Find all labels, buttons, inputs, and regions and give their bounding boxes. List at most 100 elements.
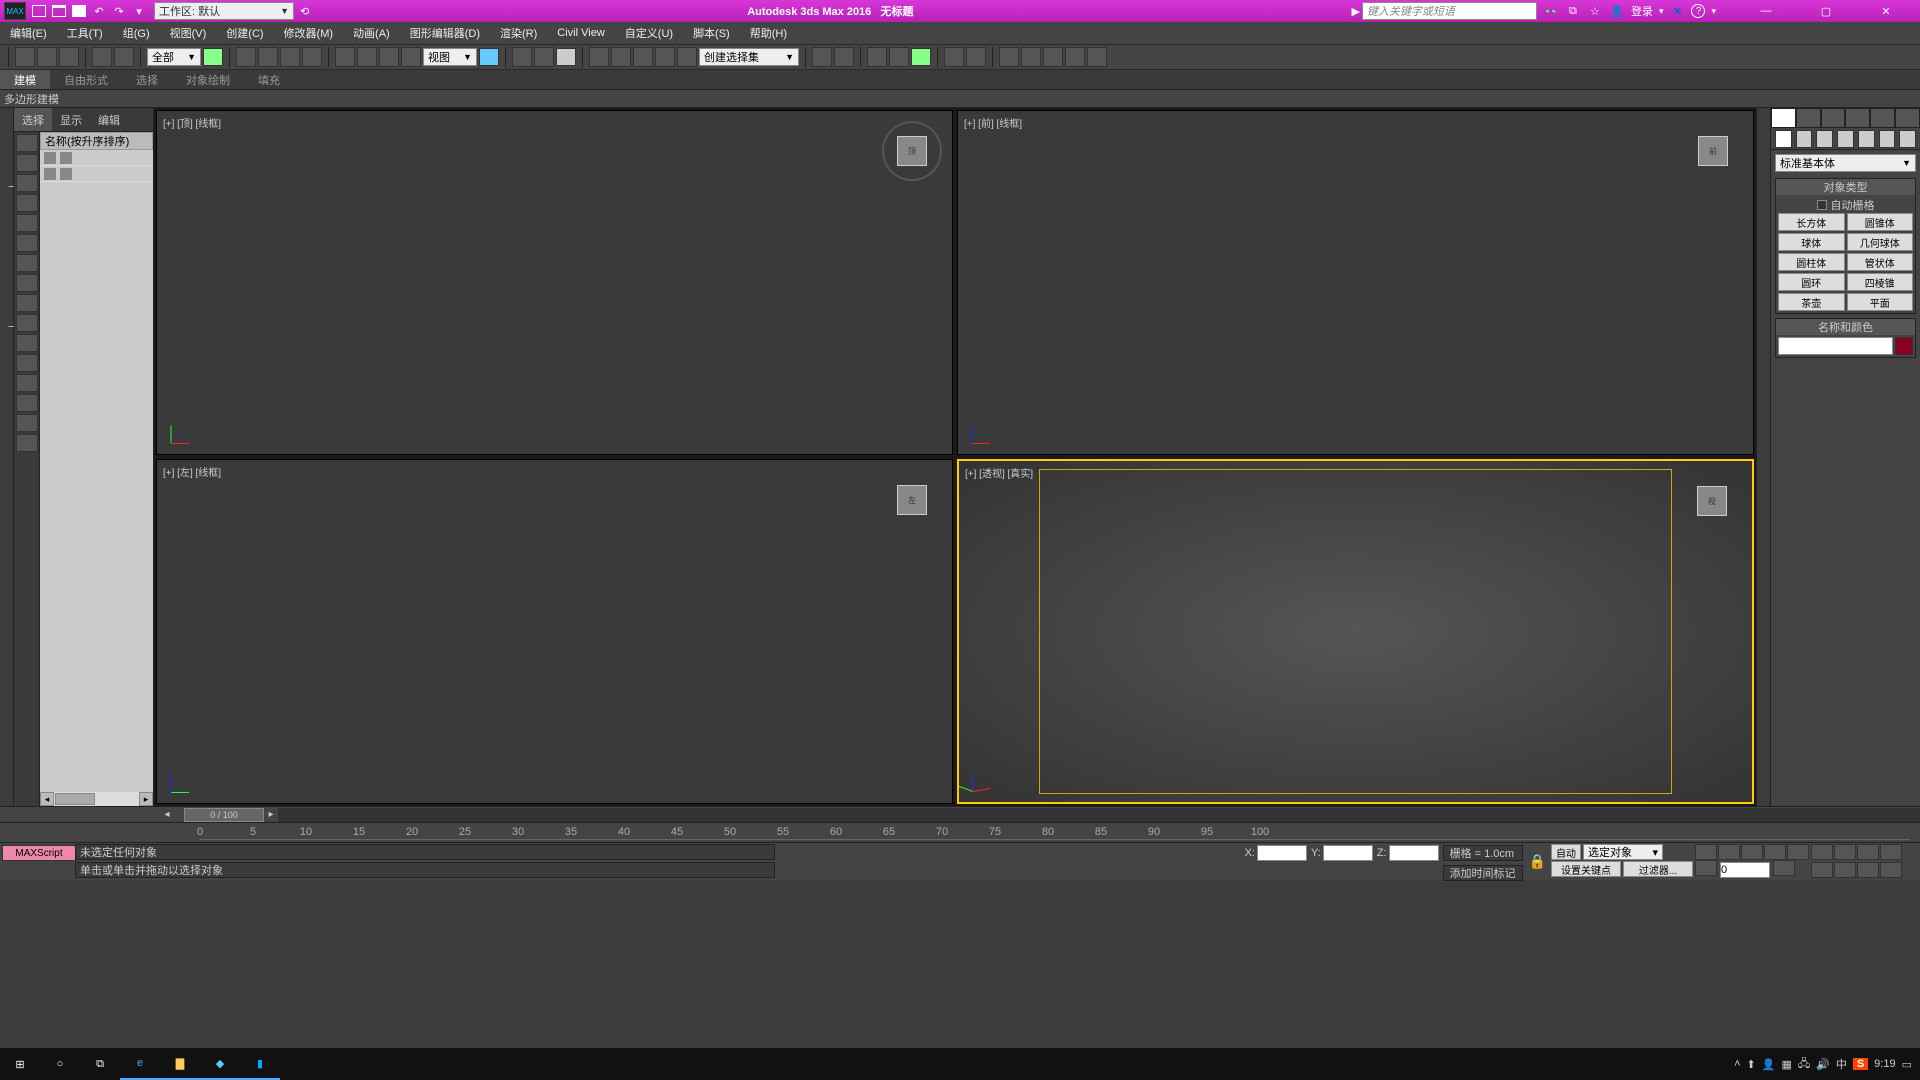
tool-btn[interactable]: [534, 47, 554, 67]
tool-btn[interactable]: [280, 47, 300, 67]
maximize-viewport-icon[interactable]: [1880, 862, 1902, 878]
3dsmax-taskbar-icon[interactable]: ▮: [240, 1048, 280, 1080]
zoom-extents-icon[interactable]: [1857, 844, 1879, 860]
key-target-dropdown[interactable]: 选定对象▾: [1583, 844, 1663, 860]
menu-item[interactable]: 帮助(H): [740, 22, 797, 44]
tool-btn[interactable]: [834, 47, 854, 67]
menu-item[interactable]: 编辑(E): [0, 22, 57, 44]
cortana-icon[interactable]: ○: [40, 1048, 80, 1080]
primitive-button[interactable]: 茶壶: [1778, 293, 1845, 311]
zoom-all-icon[interactable]: [1834, 844, 1856, 860]
viewcube[interactable]: 左: [892, 480, 932, 520]
scene-filter-icon[interactable]: [16, 294, 38, 312]
tool-btn[interactable]: [655, 47, 675, 67]
scene-filter-icon[interactable]: [16, 274, 38, 292]
autokey-button[interactable]: 自动: [1551, 844, 1581, 860]
primitive-button[interactable]: 圆环: [1778, 273, 1845, 291]
primitive-button[interactable]: 圆柱体: [1778, 253, 1845, 271]
z-input[interactable]: [1389, 845, 1439, 861]
connect-icon[interactable]: ⧉: [1565, 3, 1581, 19]
user-icon[interactable]: 👤: [1609, 3, 1625, 19]
time-ruler[interactable]: 0510152025303540455055606570758085909510…: [0, 822, 1920, 842]
keyfilter-button[interactable]: 过滤器...: [1623, 861, 1693, 877]
login-label[interactable]: 登录: [1631, 3, 1653, 19]
minimize-button[interactable]: —: [1736, 0, 1796, 22]
rollout-header[interactable]: −对象类型: [1776, 179, 1915, 195]
viewport-label[interactable]: [+] [前] [线框]: [964, 115, 1022, 130]
ribbon-tab[interactable]: 对象绘制: [172, 70, 244, 89]
ref-coord-system[interactable]: 视图▼: [423, 48, 477, 66]
scene-filter-icon[interactable]: [16, 434, 38, 452]
new-icon[interactable]: [30, 3, 48, 19]
prev-key-icon[interactable]: [1718, 844, 1740, 860]
tool-btn[interactable]: [633, 47, 653, 67]
scroll-thumb[interactable]: [55, 793, 95, 805]
edge-icon[interactable]: e: [120, 1048, 160, 1080]
viewport-perspective[interactable]: [+] [透视] [真实] 视: [957, 459, 1754, 804]
category-dropdown[interactable]: 标准基本体▼: [1775, 154, 1916, 172]
goto-start-icon[interactable]: [1695, 844, 1717, 860]
spacewarps-icon[interactable]: [1879, 130, 1896, 148]
setkey-button[interactable]: 设置关键点: [1551, 861, 1621, 877]
scene-list[interactable]: 名称(按升序排序) ◂ ▸: [40, 132, 153, 806]
action-center-icon[interactable]: ▭: [1902, 1058, 1912, 1071]
undo-icon[interactable]: ↶: [90, 3, 108, 19]
primitive-button[interactable]: 长方体: [1778, 213, 1845, 231]
explorer-icon[interactable]: ▇: [160, 1048, 200, 1080]
viewport-label[interactable]: [+] [透视] [真实]: [965, 465, 1033, 480]
scene-hscroll[interactable]: ◂ ▸: [40, 792, 153, 806]
display-tab[interactable]: [1870, 108, 1895, 128]
taskview-icon[interactable]: ⧉: [80, 1048, 120, 1080]
systems-icon[interactable]: [1899, 130, 1916, 148]
viewport-label[interactable]: [+] [顶] [线框]: [163, 115, 221, 130]
prev-frame-icon[interactable]: ◂: [160, 808, 174, 822]
tool-btn[interactable]: [92, 47, 112, 67]
cameras-icon[interactable]: [1837, 130, 1854, 148]
menu-item[interactable]: 视图(V): [160, 22, 217, 44]
primitive-button[interactable]: 平面: [1847, 293, 1914, 311]
y-input[interactable]: [1323, 845, 1373, 861]
menu-item[interactable]: 图形编辑器(D): [400, 22, 490, 44]
scene-list-header[interactable]: 名称(按升序排序): [40, 132, 153, 150]
menu-item[interactable]: 渲染(R): [490, 22, 547, 44]
autogrid-checkbox[interactable]: 自动栅格: [1778, 197, 1913, 213]
ime-icon[interactable]: 中: [1836, 1056, 1847, 1072]
menu-item[interactable]: 修改器(M): [274, 22, 344, 44]
workspace-selector[interactable]: 工作区: 默认 ▼: [154, 2, 294, 20]
tool-btn[interactable]: [589, 47, 609, 67]
hierarchy-tab[interactable]: [1821, 108, 1846, 128]
tool-btn[interactable]: [258, 47, 278, 67]
right-dock-spine[interactable]: [1756, 108, 1770, 806]
time-track[interactable]: [278, 808, 1920, 822]
tool-btn[interactable]: [512, 47, 532, 67]
scene-filter-icon[interactable]: [16, 314, 38, 332]
scene-filter-icon[interactable]: [16, 414, 38, 432]
scene-filter-icon[interactable]: [16, 334, 38, 352]
tool-btn[interactable]: [812, 47, 832, 67]
tool-btn[interactable]: [556, 48, 576, 66]
ribbon-tab[interactable]: 建模: [0, 70, 50, 89]
system-tray[interactable]: ˄ ⬆ 👤 ▦ 🖧 🔊 中 S 9:19 ▭: [1726, 1055, 1920, 1074]
search-input[interactable]: 键入关键字或短语: [1362, 2, 1537, 20]
tool-btn[interactable]: [944, 47, 964, 67]
maxscript-button[interactable]: MAXScript: [2, 845, 76, 861]
utilities-tab[interactable]: [1895, 108, 1920, 128]
create-tab[interactable]: [1771, 108, 1796, 128]
scene-filter-icon[interactable]: [16, 134, 38, 152]
current-frame-input[interactable]: [1720, 862, 1770, 878]
selection-filter[interactable]: 全部▼: [147, 48, 201, 66]
tray-icon[interactable]: ▦: [1781, 1058, 1791, 1071]
orbit-icon[interactable]: [1857, 862, 1879, 878]
ribbon-tab[interactable]: 填充: [244, 70, 294, 89]
scene-tab[interactable]: 显示: [52, 108, 90, 131]
scroll-right-icon[interactable]: ▸: [139, 792, 153, 806]
menu-item[interactable]: 工具(T): [57, 22, 113, 44]
menu-item[interactable]: 自定义(U): [615, 22, 683, 44]
tool-btn[interactable]: [1043, 47, 1063, 67]
login-drop-icon[interactable]: ▾: [1659, 6, 1664, 17]
lights-icon[interactable]: [1816, 130, 1833, 148]
left-dock-spine[interactable]: [0, 108, 14, 806]
viewcube[interactable]: 前: [1693, 131, 1733, 171]
helpers-icon[interactable]: [1858, 130, 1875, 148]
maximize-button[interactable]: ▢: [1796, 0, 1856, 22]
